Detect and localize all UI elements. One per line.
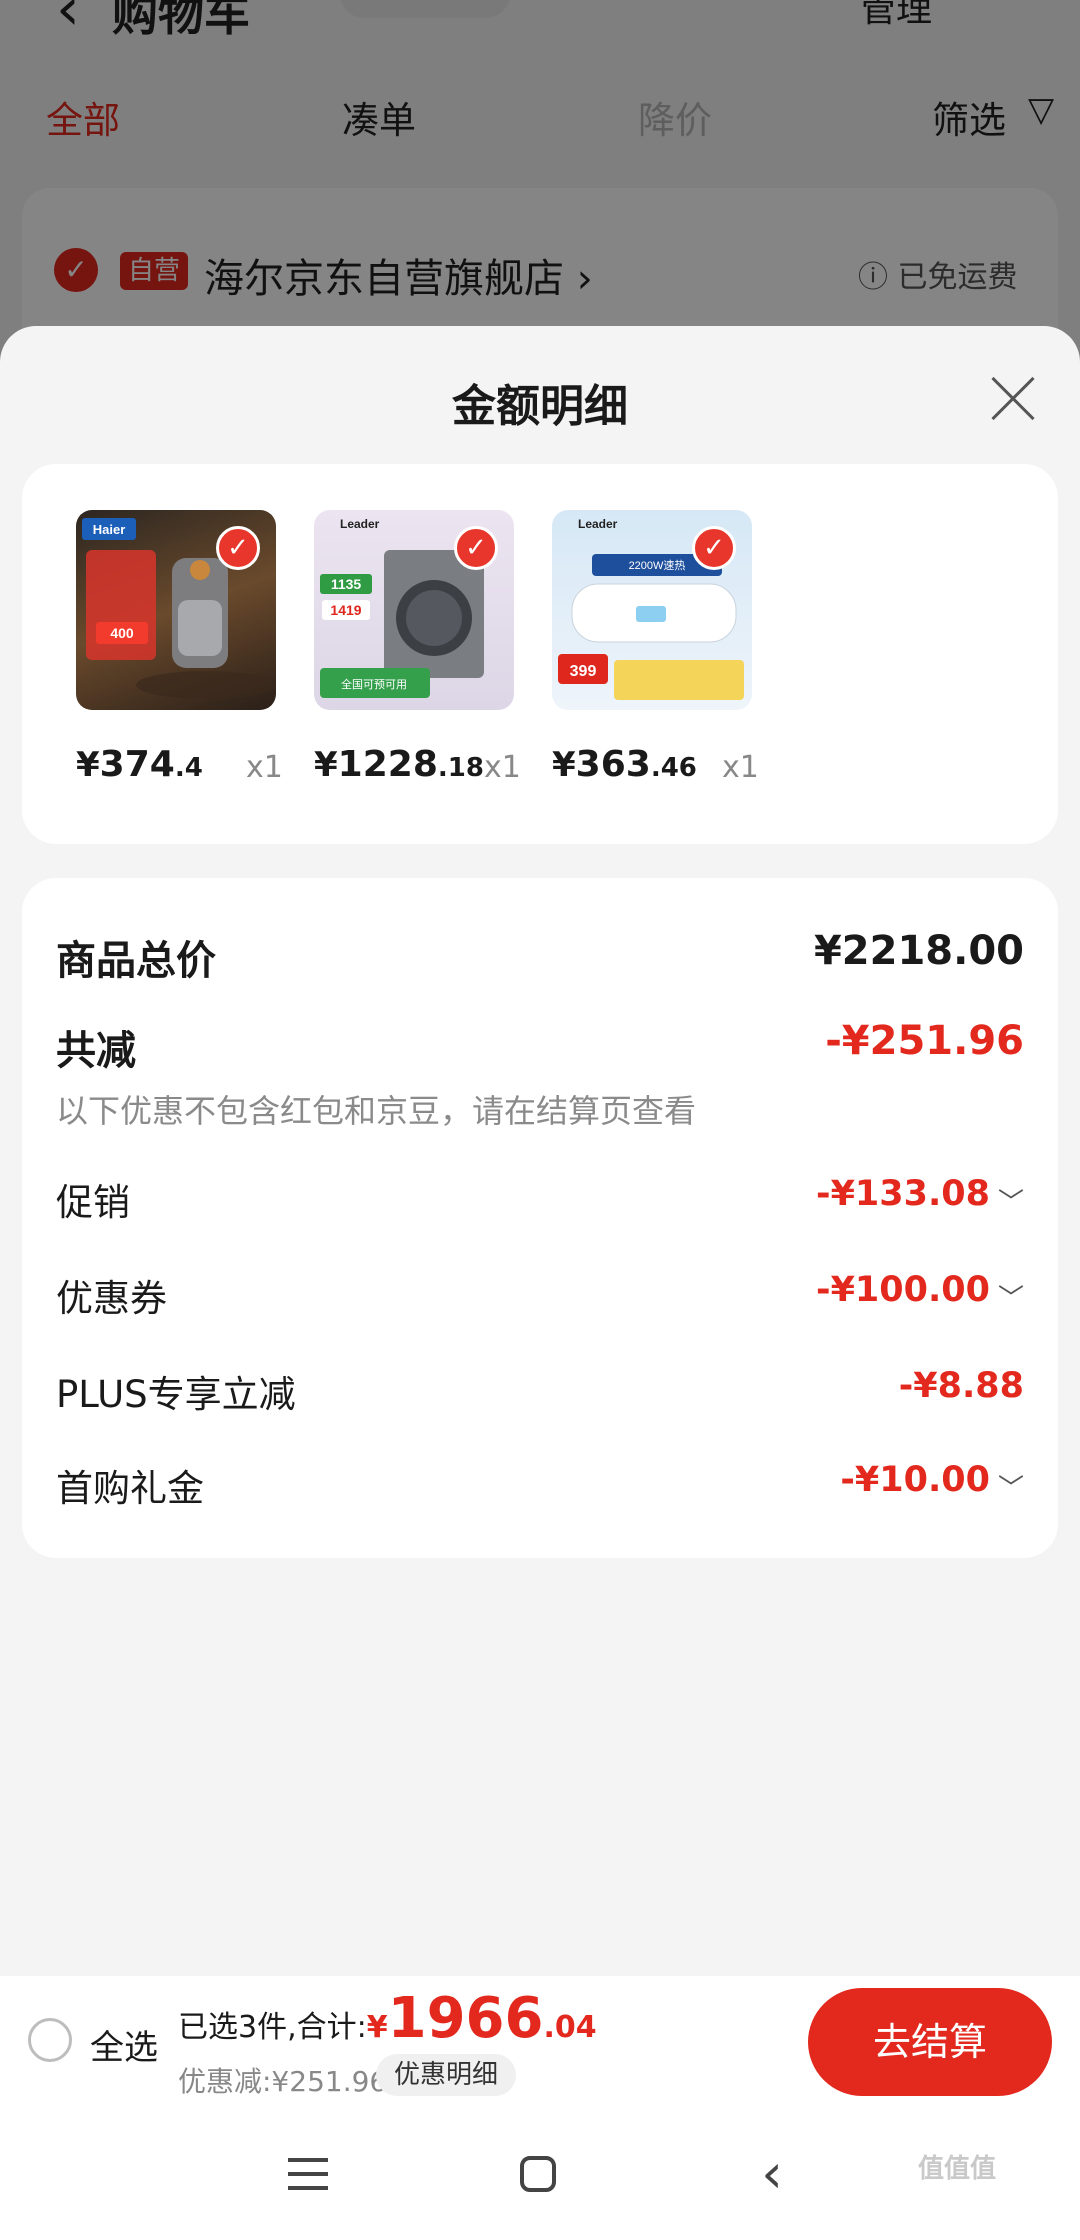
product-item[interactable]: Leader 2200W速热 399 ✓ ¥363.46 x1 — [552, 510, 759, 790]
product-quantity: x1 — [722, 750, 759, 785]
watermark-logo: 值值值 — [918, 2154, 997, 2184]
selected-total: 已选3件,合计:¥1966.04 — [178, 1986, 597, 2051]
total-reduction-value: -¥251.96 — [825, 1018, 1024, 1064]
svg-text:Leader: Leader — [578, 517, 618, 531]
home-icon[interactable] — [508, 2144, 568, 2204]
discount-amount: 优惠减:¥251.96 — [178, 2065, 388, 2098]
close-icon[interactable] — [980, 366, 1046, 432]
coupon-value: -¥100.00 — [816, 1270, 990, 1310]
svg-text:2200W速热: 2200W速热 — [629, 559, 686, 572]
svg-text:Leader: Leader — [340, 517, 380, 531]
discount-detail-button[interactable]: 优惠明细 — [376, 2054, 517, 2096]
system-nav-bar: ‹ 值值值 — [0, 2112, 1080, 2240]
product-check-icon: ✓ — [692, 526, 736, 570]
plus-discount-value: -¥8.88 — [898, 1366, 1024, 1406]
first-purchase-label: 首购礼金 — [56, 1467, 204, 1510]
product-card: Haier 400 ✓ ¥374.4 x1 Leader 1135 1419 全… — [22, 464, 1058, 844]
goods-total-label: 商品总价 — [56, 938, 216, 984]
recent-apps-icon[interactable] — [278, 2144, 338, 2204]
amount-detail-sheet: 金额明细 Haier 400 ✓ ¥374.4 x1 Leader 1135 1… — [0, 326, 1080, 1976]
chevron-down-icon: ﹀ — [998, 1284, 1025, 1314]
summary-card: 商品总价 ¥2218.00 共减 -¥251.96 以下优惠不包含红包和京豆，请… — [22, 878, 1058, 1558]
goods-total-value: ¥2218.00 — [813, 928, 1024, 974]
checkout-bar: 全选 已选3件,合计:¥1966.04 优惠减:¥251.96 优惠明细 去结算 — [0, 1976, 1080, 2112]
select-all-radio[interactable] — [28, 2018, 72, 2062]
product-check-icon: ✓ — [454, 526, 498, 570]
plus-discount-label: PLUS专享立减 — [56, 1373, 296, 1416]
svg-text:400: 400 — [110, 625, 134, 641]
svg-text:399: 399 — [570, 663, 597, 680]
reduction-note: 以下优惠不包含红包和京豆，请在结算页查看 — [56, 1092, 697, 1130]
first-purchase-value: -¥10.00 — [840, 1460, 990, 1500]
svg-text:1419: 1419 — [330, 602, 361, 618]
svg-text:Haier: Haier — [93, 522, 126, 537]
product-price: ¥363.46 — [552, 744, 697, 785]
first-purchase-row[interactable]: -¥10.00 ﹀ — [840, 1460, 1024, 1505]
product-item[interactable]: Haier 400 ✓ ¥374.4 x1 — [76, 510, 283, 790]
coupon-label: 优惠券 — [56, 1277, 167, 1320]
chevron-down-icon: ﹀ — [998, 1474, 1025, 1504]
product-quantity: x1 — [484, 750, 521, 785]
plus-discount-row: -¥8.88 — [899, 1366, 1024, 1406]
back-icon[interactable]: ‹ — [742, 2144, 802, 2204]
product-quantity: x1 — [246, 750, 283, 785]
promotion-value: -¥133.08 — [816, 1174, 990, 1214]
sheet-title: 金额明细 — [452, 381, 628, 432]
svg-text:全国可预可用: 全国可预可用 — [341, 677, 407, 691]
checkout-button[interactable]: 去结算 — [808, 1988, 1052, 2096]
total-reduction-label: 共减 — [56, 1028, 136, 1074]
product-price: ¥1228.18 — [314, 744, 484, 785]
coupon-row[interactable]: -¥100.00 ﹀ — [816, 1270, 1024, 1315]
product-price: ¥374.4 — [76, 744, 203, 785]
product-check-icon: ✓ — [216, 526, 260, 570]
product-item[interactable]: Leader 1135 1419 全国可预可用 ✓ ¥1228.18 x1 — [314, 510, 521, 790]
promotion-label: 促销 — [56, 1181, 130, 1224]
svg-text:1135: 1135 — [331, 576, 362, 592]
select-all-label[interactable]: 全选 — [90, 2020, 158, 2069]
chevron-down-icon: ﹀ — [998, 1188, 1025, 1218]
promotion-row[interactable]: -¥133.08 ﹀ — [816, 1174, 1024, 1219]
